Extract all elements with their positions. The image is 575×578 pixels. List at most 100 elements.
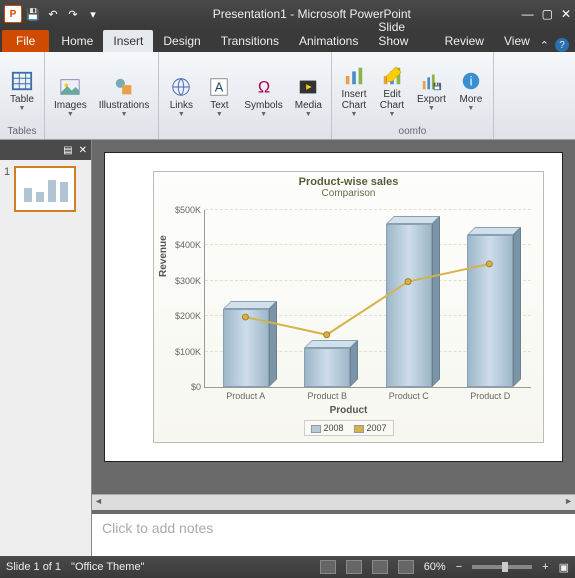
minimize-ribbon-icon[interactable]: ⌃ <box>540 39 549 52</box>
more-button[interactable]: iMore▼ <box>453 56 489 124</box>
insert-chart-icon <box>341 63 367 89</box>
ribbon: Table▼TablesImages▼Illustrations▼Links▼A… <box>0 52 575 140</box>
illustrations-button[interactable]: Illustrations▼ <box>94 56 155 135</box>
slide-canvas: Product-wise sales Comparison Revenue $0… <box>92 140 575 556</box>
zoom-slider[interactable] <box>472 565 532 569</box>
window-controls: — ▢ ✕ <box>522 7 571 21</box>
button-label: Symbols <box>244 100 282 111</box>
chevron-down-icon: ▼ <box>67 111 74 118</box>
notes-pane[interactable]: Click to add notes <box>92 510 575 556</box>
tab-review[interactable]: Review <box>435 30 494 52</box>
chart-legend: 2008 2007 <box>303 420 393 436</box>
work-area: ▤ ✕ 1 Product-wise sales Comparison Reve… <box>0 140 575 556</box>
ribbon-group-label: Tables <box>8 126 37 137</box>
chevron-down-icon: ▼ <box>260 111 267 118</box>
tab-home[interactable]: Home <box>51 30 103 52</box>
status-slide-indicator: Slide 1 of 1 <box>6 561 61 573</box>
maximize-button[interactable]: ▢ <box>542 7 553 21</box>
button-label: Links <box>170 100 193 111</box>
media-button[interactable]: Media▼ <box>290 56 327 135</box>
legend-item: 2007 <box>354 423 387 433</box>
tab-insert[interactable]: Insert <box>103 30 153 52</box>
title-bar: P 💾 ↶ ↷ ▾ Presentation1 - Microsoft Powe… <box>0 0 575 28</box>
horizontal-scrollbar[interactable] <box>92 494 575 510</box>
chart-line-layer <box>154 172 543 443</box>
edit-chart-icon <box>379 63 405 89</box>
shapes-icon <box>111 74 137 100</box>
svg-text:A: A <box>215 79 224 94</box>
minimize-button[interactable]: — <box>522 7 534 21</box>
ribbon-tab-strip: File HomeInsertDesignTransitionsAnimatio… <box>0 28 575 52</box>
image-icon <box>57 74 83 100</box>
status-bar: Slide 1 of 1 "Office Theme" 60% − + ▣ <box>0 556 575 578</box>
window-title: Presentation1 - Microsoft PowerPoint <box>102 7 522 21</box>
slideshow-view-button[interactable] <box>398 560 414 574</box>
thumbnail-preview <box>14 166 76 212</box>
tab-design[interactable]: Design <box>153 30 210 52</box>
qat-dropdown-icon[interactable]: ▾ <box>84 5 102 23</box>
text-icon: A <box>206 74 232 100</box>
sorter-view-button[interactable] <box>346 560 362 574</box>
tab-animations[interactable]: Animations <box>289 30 368 52</box>
chart-x-axis-label: Product <box>154 405 543 416</box>
chart-object[interactable]: Product-wise sales Comparison Revenue $0… <box>153 171 544 443</box>
quick-access-toolbar: P 💾 ↶ ↷ ▾ <box>4 5 102 23</box>
link-icon <box>168 74 194 100</box>
fit-to-window-button[interactable]: ▣ <box>559 561 569 574</box>
chevron-down-icon: ▼ <box>428 105 435 112</box>
slide-thumbnail-pane: ▤ ✕ 1 <box>0 140 92 556</box>
button-label: More <box>459 94 482 105</box>
reading-view-button[interactable] <box>372 560 388 574</box>
svg-text:Ω: Ω <box>257 78 269 96</box>
thumbnail-pane-close-icon[interactable]: ✕ <box>79 145 87 156</box>
legend-item: 2008 <box>310 423 343 433</box>
table-icon <box>9 68 35 94</box>
button-label: Images <box>54 100 87 111</box>
chevron-down-icon: ▼ <box>178 111 185 118</box>
tab-transitions[interactable]: Transitions <box>211 30 289 52</box>
button-label: Media <box>295 100 322 111</box>
app-icon[interactable]: P <box>4 5 22 23</box>
slide[interactable]: Product-wise sales Comparison Revenue $0… <box>104 152 563 462</box>
chevron-down-icon: ▼ <box>19 105 26 112</box>
chevron-down-icon: ▼ <box>389 111 396 118</box>
symbols-button[interactable]: Ω Symbols▼ <box>239 56 287 135</box>
thumbnail-number: 1 <box>4 166 10 212</box>
ribbon-group-label: oomfo <box>399 126 427 137</box>
status-zoom-label: 60% <box>424 561 446 573</box>
export-icon: 💾 <box>418 68 444 94</box>
outline-tab-icon[interactable]: ▤ <box>63 145 72 156</box>
export-button[interactable]: 💾 Export▼ <box>412 56 451 124</box>
edit-chart-button[interactable]: EditChart▼ <box>374 56 410 124</box>
chevron-down-icon: ▼ <box>121 111 128 118</box>
button-label: Illustrations <box>99 100 150 111</box>
button-label: Export <box>417 94 446 105</box>
slide-thumbnail-1[interactable]: 1 <box>4 166 87 212</box>
file-tab[interactable]: File <box>2 30 49 52</box>
tab-slide-show[interactable]: Slide Show <box>368 16 434 52</box>
redo-icon[interactable]: ↷ <box>64 5 82 23</box>
close-button[interactable]: ✕ <box>561 7 571 21</box>
images-button[interactable]: Images▼ <box>49 56 92 135</box>
zoom-out-button[interactable]: − <box>456 561 462 573</box>
svg-text:💾: 💾 <box>434 82 442 90</box>
symbol-icon: Ω <box>251 74 277 100</box>
media-icon <box>295 74 321 100</box>
insert-chart-button[interactable]: InsertChart▼ <box>336 56 372 124</box>
tab-view[interactable]: View <box>494 30 540 52</box>
chevron-down-icon: ▼ <box>216 111 223 118</box>
zoom-in-button[interactable]: + <box>542 561 548 573</box>
button-label: InsertChart <box>341 89 366 111</box>
button-label: Table <box>10 94 34 105</box>
chevron-down-icon: ▼ <box>467 105 474 112</box>
normal-view-button[interactable] <box>320 560 336 574</box>
table-button[interactable]: Table▼ <box>4 56 40 124</box>
text-button[interactable]: AText▼ <box>201 56 237 135</box>
links-button[interactable]: Links▼ <box>163 56 199 135</box>
more-icon: i <box>458 68 484 94</box>
chevron-down-icon: ▼ <box>351 111 358 118</box>
save-icon[interactable]: 💾 <box>24 5 42 23</box>
help-icon[interactable]: ? <box>555 38 569 52</box>
chevron-down-icon: ▼ <box>305 111 312 118</box>
undo-icon[interactable]: ↶ <box>44 5 62 23</box>
